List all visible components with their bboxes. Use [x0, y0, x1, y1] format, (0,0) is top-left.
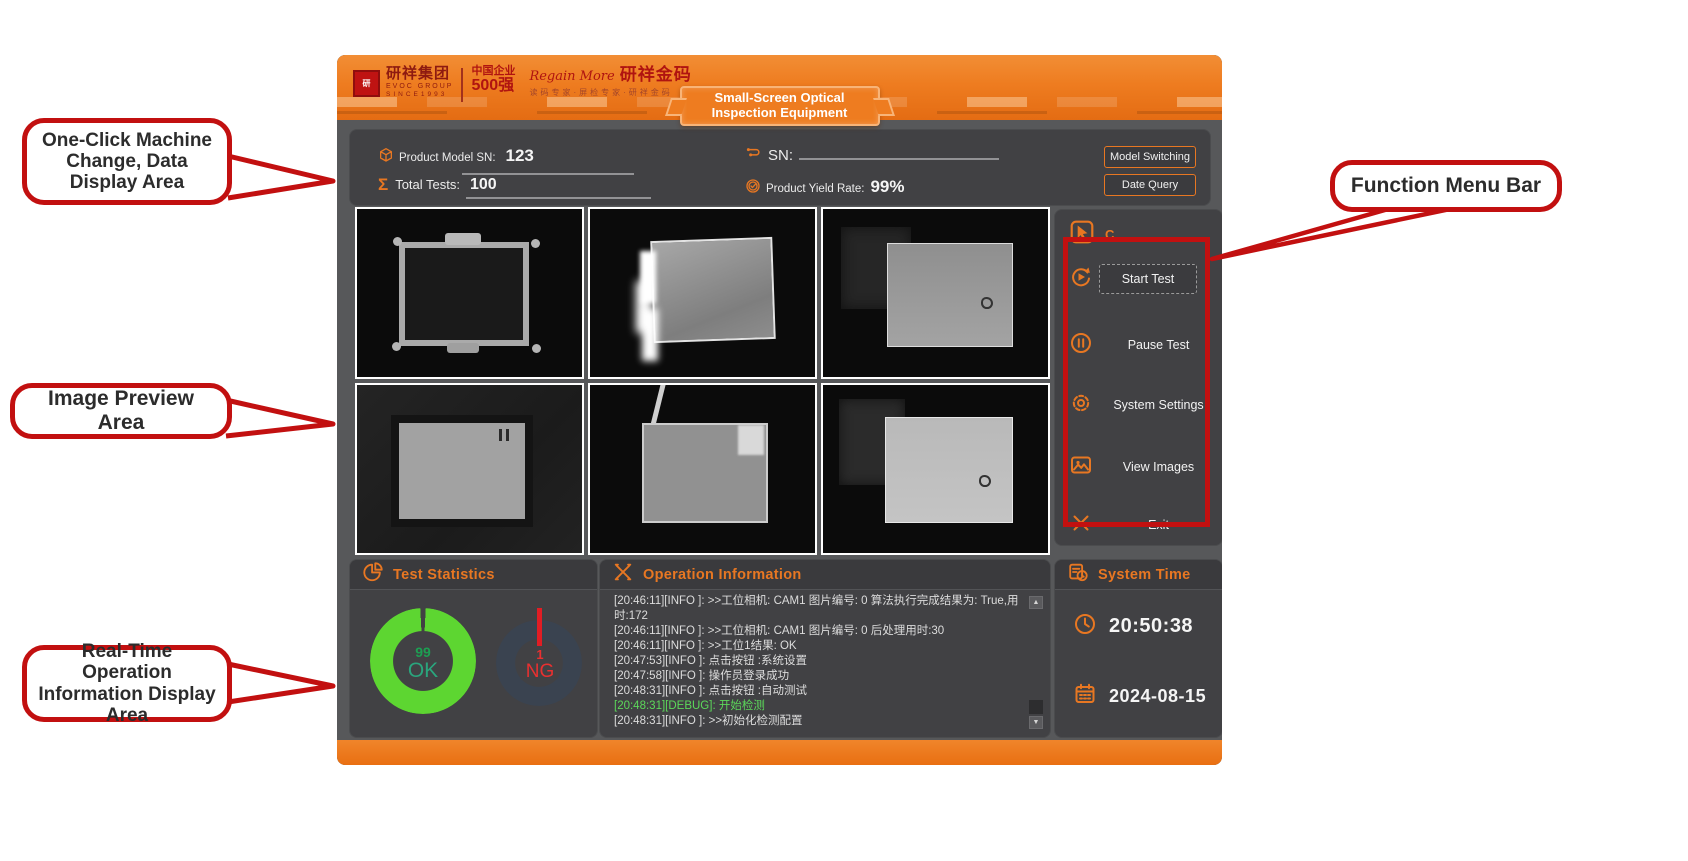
- log-line: [20:47:58][INFO ]: 操作员登录成功: [614, 669, 1024, 684]
- logo-divider: [461, 68, 463, 102]
- ng-donut-label: 1 NG: [512, 648, 568, 682]
- ng-text: NG: [512, 662, 568, 682]
- inspected-panel: [887, 243, 1013, 347]
- product-model-label: Product Model SN:: [399, 152, 496, 164]
- inspected-panel: [885, 417, 1013, 523]
- operation-info-panel: Operation Information [20:46:11][INFO ]:…: [600, 560, 1050, 737]
- logo-brand-name: 研祥金码: [620, 66, 692, 83]
- callout-function-menu: Function Menu Bar: [1330, 160, 1562, 212]
- camera-image-5: [588, 383, 817, 555]
- bottom-orange-bar: [337, 740, 1222, 765]
- logo-group-sub: EVOC GROUP: [386, 83, 453, 90]
- log-scroll-thumb[interactable]: [1029, 700, 1043, 714]
- cube-icon: [378, 147, 394, 168]
- inspected-panel: [391, 415, 533, 527]
- yield-rate-value: 99%: [866, 177, 908, 200]
- current-time: 20:50:38: [1109, 615, 1193, 638]
- callout-tail-data-area: [228, 156, 333, 198]
- log-line: [20:46:11][INFO ]: >>工位相机: CAM1 图片编号: 0 …: [614, 624, 1024, 639]
- brand-logo: 研 研祥集团 EVOC GROUP SINCE1993 中国企业 500强 Re…: [353, 66, 692, 102]
- check-circle-icon: [745, 178, 761, 199]
- logo-script-text: Regain More: [529, 70, 614, 83]
- yield-rate-label: Product Yield Rate:: [766, 183, 864, 195]
- sn-field: SN:: [745, 142, 999, 165]
- callout-image-preview: Image Preview Area: [10, 383, 232, 439]
- current-date-row: 2024-08-15: [1073, 682, 1206, 711]
- product-model-value: 123: [502, 146, 674, 169]
- callout-tail-function-menu: [1212, 208, 1450, 259]
- date-query-button[interactable]: Date Query: [1104, 174, 1196, 196]
- logo-rank-line2: 500强: [471, 78, 515, 94]
- camera-image-4: [355, 383, 584, 555]
- screenshot-canvas: 研 研祥集团 EVOC GROUP SINCE1993 中国企业 500强 Re…: [0, 0, 1688, 861]
- calendar-icon: [1073, 682, 1097, 711]
- logo-tagline: 读码专家·屏检专家·研祥金码: [529, 89, 691, 97]
- current-time-row: 20:50:38: [1073, 612, 1193, 641]
- test-statistics-header: Test Statistics: [350, 560, 597, 590]
- ok-text: OK: [395, 660, 451, 682]
- logo-group-name: 研祥集团: [386, 66, 453, 81]
- test-statistics-title: Test Statistics: [393, 567, 495, 583]
- log-line: [20:46:11][INFO ]: >>工位相机: CAM1 图片编号: 0 …: [614, 594, 1024, 624]
- route-icon: [745, 144, 763, 167]
- camera-image-6: [821, 383, 1050, 555]
- yield-rate-field: Product Yield Rate: 99%: [745, 176, 908, 200]
- log-scroll-up-button[interactable]: ▲: [1029, 596, 1043, 609]
- evoc-logo-icon: 研: [353, 70, 380, 97]
- sigma-icon: Σ: [378, 175, 388, 195]
- calendar-clock-icon: [1067, 561, 1089, 588]
- total-tests-value: 100: [466, 176, 651, 199]
- inspected-panel: [650, 237, 775, 343]
- crossed-tools-icon: [612, 561, 634, 588]
- ng-count: 1: [512, 648, 568, 662]
- logo-since: SINCE1993: [386, 92, 453, 99]
- callout-realtime-info: Real-Time Operation Information Display …: [22, 645, 232, 722]
- ng-donut-slice: [537, 608, 542, 646]
- ok-count: 99: [395, 645, 451, 660]
- camera-image-1: [355, 207, 584, 379]
- clock-icon: [1073, 612, 1097, 641]
- operation-log: [20:46:11][INFO ]: >>工位相机: CAM1 图片编号: 0 …: [614, 594, 1024, 731]
- app-header: 研 研祥集团 EVOC GROUP SINCE1993 中国企业 500强 Re…: [337, 55, 1222, 120]
- logo-rank-line1: 中国企业: [471, 66, 515, 77]
- current-date: 2024-08-15: [1109, 686, 1206, 707]
- total-tests-label: Total Tests:: [395, 177, 460, 192]
- operation-info-header: Operation Information: [600, 560, 1050, 590]
- camera-image-2: [588, 207, 817, 379]
- inspected-panel: [399, 242, 529, 346]
- ok-donut-label: 99 OK: [395, 645, 451, 682]
- callout-tail-realtime-info: [228, 664, 333, 702]
- test-statistics-panel: Test Statistics 99 OK 1 NG: [350, 560, 597, 737]
- callout-tail-image-preview: [226, 400, 333, 436]
- callout-data-area: One-Click Machine Change, Data Display A…: [22, 118, 232, 205]
- log-line: [20:46:11][INFO ]: >>工位1结果: OK: [614, 639, 1024, 654]
- system-time-title: System Time: [1098, 567, 1191, 583]
- operation-info-title: Operation Information: [643, 567, 802, 583]
- total-tests-field: Σ Total Tests: 100: [378, 174, 651, 199]
- app-title-line2: Inspection Equipment: [712, 106, 848, 121]
- pie-chart-icon: [362, 561, 384, 588]
- app-title-plate: Small-Screen Optical Inspection Equipmen…: [680, 86, 880, 126]
- log-line: [20:48:31][INFO ]: 点击按钮 :自动测试: [614, 684, 1024, 699]
- model-switching-button[interactable]: Model Switching: [1104, 146, 1196, 168]
- log-line: [20:47:53][INFO ]: 点击按钮 :系统设置: [614, 654, 1024, 669]
- log-line: [20:48:31][INFO ]: >>初始化检测配置: [614, 714, 1024, 729]
- log-scroll-down-button[interactable]: ▼: [1029, 716, 1043, 729]
- system-time-header: System Time: [1055, 560, 1222, 590]
- data-display-panel: Product Model SN: 123 SN: Σ Total Tests:…: [350, 130, 1210, 205]
- system-time-panel: System Time 20:50:38 2024-08-15: [1055, 560, 1222, 737]
- sn-value: [799, 155, 999, 160]
- log-line-debug: [20:48:31][DEBUG]: 开始检测: [614, 699, 1024, 714]
- product-model-field: Product Model SN: 123: [378, 145, 674, 169]
- app-title-line1: Small-Screen Optical: [714, 91, 844, 106]
- image-preview-grid: [355, 207, 1050, 555]
- sn-label: SN:: [768, 147, 793, 164]
- camera-image-3: [821, 207, 1050, 379]
- function-menu-highlight-rect: [1063, 237, 1210, 527]
